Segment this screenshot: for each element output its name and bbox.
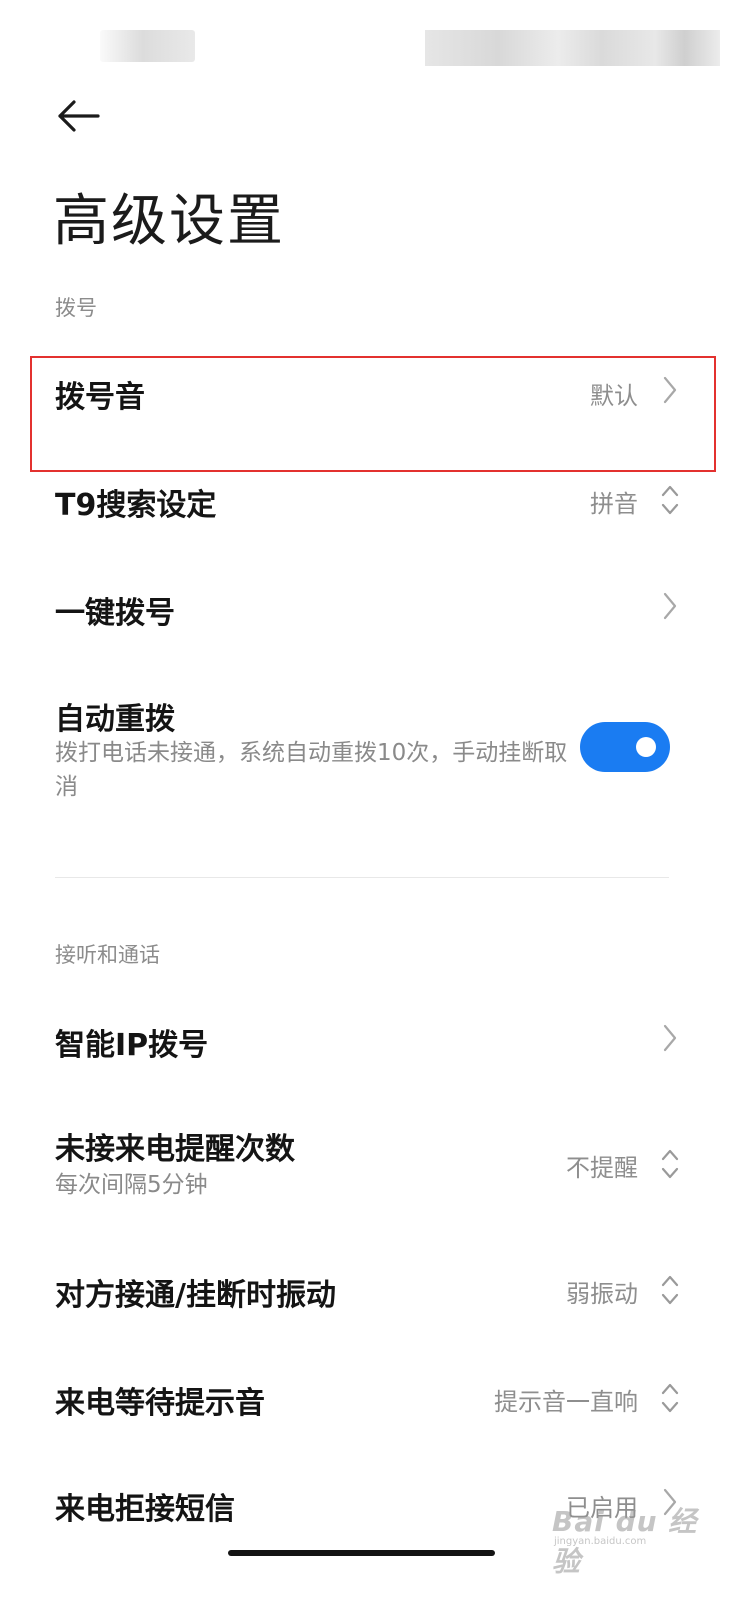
row-vibrate-on-connect[interactable]: 对方接通/挂断时振动 弱振动	[0, 1260, 738, 1360]
section-title-call: 接听和通话	[55, 943, 160, 967]
row-auto-redial-title: 自动重拨	[55, 702, 175, 737]
row-reject-sms-title: 来电拒接短信	[55, 1492, 235, 1527]
up-down-arrows-icon	[661, 1149, 679, 1179]
watermark-sub: jingyan.baidu.com	[554, 1536, 647, 1547]
up-down-arrows-icon	[661, 1383, 679, 1413]
row-t9-search-title: T9搜索设定	[55, 488, 217, 523]
row-smart-ip-title: 智能IP拨号	[55, 1028, 209, 1063]
row-dial-tone-title: 拨号音	[55, 380, 145, 415]
section-title-dial: 拨号	[55, 296, 97, 320]
row-call-waiting-tone-title: 来电等待提示音	[55, 1386, 265, 1421]
chevron-right-icon	[663, 376, 677, 404]
status-bar-icons-blurred	[425, 30, 720, 66]
section-divider	[55, 877, 669, 878]
up-down-arrows-icon	[661, 1275, 679, 1305]
row-t9-search[interactable]: T9搜索设定 拼音	[0, 470, 738, 570]
row-missed-call-reminder[interactable]: 未接来电提醒次数 每次间隔5分钟 不提醒	[0, 1118, 738, 1228]
row-vibrate-on-connect-title: 对方接通/挂断时振动	[55, 1278, 336, 1313]
row-speed-dial[interactable]: 一键拨号	[0, 578, 738, 678]
row-dial-tone-value: 默认	[590, 382, 638, 410]
baidu-jingyan-watermark: Bai du 经验 jingyan.baidu.com	[548, 1498, 698, 1578]
status-bar-time-blurred	[100, 30, 195, 62]
back-button[interactable]	[52, 92, 108, 140]
row-auto-redial-subtitle: 拨打电话未接通，系统自动重拨10次，手动挂断取消	[55, 740, 568, 800]
row-call-waiting-tone-value: 提示音一直响	[494, 1388, 638, 1416]
chevron-right-icon	[663, 592, 677, 620]
up-down-arrows-icon	[661, 485, 679, 515]
chevron-right-icon	[663, 1024, 677, 1052]
row-dial-tone[interactable]: 拨号音 默认	[0, 360, 738, 470]
back-arrow-icon	[58, 100, 100, 132]
auto-redial-toggle[interactable]	[580, 722, 670, 772]
row-missed-call-reminder-value: 不提醒	[566, 1154, 638, 1182]
page-title: 高级设置	[53, 189, 285, 254]
row-missed-call-reminder-title: 未接来电提醒次数	[55, 1132, 295, 1167]
row-t9-search-value: 拼音	[590, 490, 638, 518]
home-indicator[interactable]	[228, 1550, 495, 1556]
row-missed-call-reminder-subtitle: 每次间隔5分钟	[55, 1172, 208, 1198]
row-speed-dial-title: 一键拨号	[55, 596, 175, 631]
row-smart-ip[interactable]: 智能IP拨号	[0, 1010, 738, 1110]
status-bar	[0, 0, 738, 80]
row-vibrate-on-connect-value: 弱振动	[566, 1280, 638, 1308]
row-call-waiting-tone[interactable]: 来电等待提示音 提示音一直响	[0, 1368, 738, 1468]
toggle-knob	[636, 737, 656, 757]
